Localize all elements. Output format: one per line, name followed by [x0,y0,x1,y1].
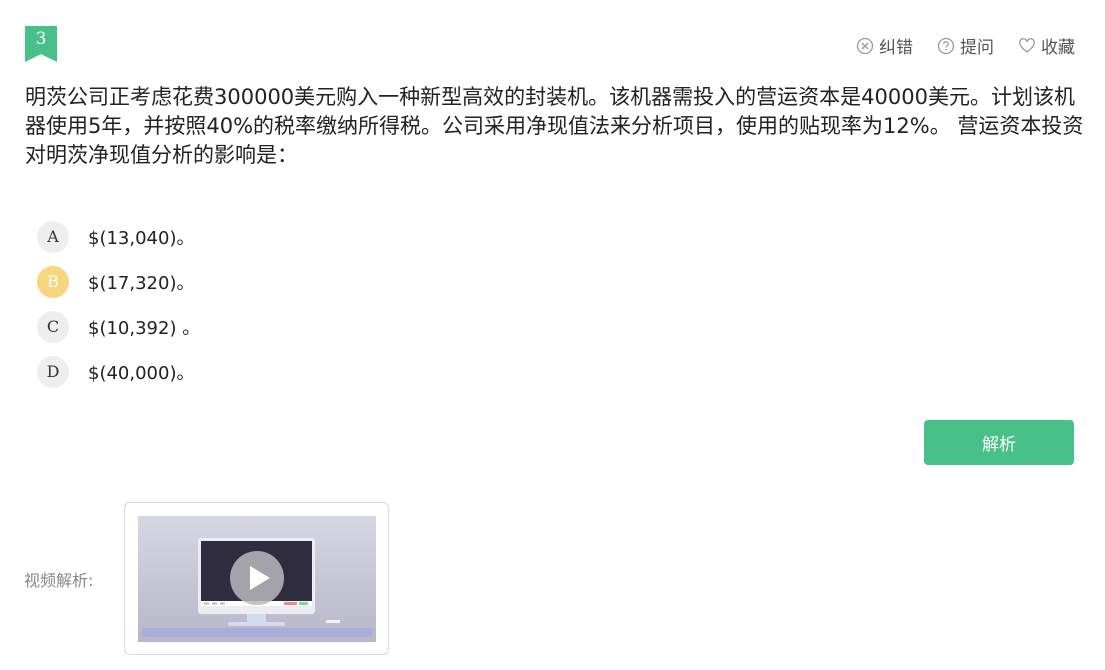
heart-icon [1019,37,1035,53]
option-text: $(17,320)。 [88,273,195,294]
report-error-label: 纠错 [879,38,913,58]
favorite-label: 收藏 [1041,38,1075,58]
ask-question-button[interactable]: 提问 [937,33,994,58]
option-letter: C [37,311,69,343]
favorite-button[interactable]: 收藏 [1018,33,1075,58]
video-thumbnail [138,516,376,642]
question-circle-icon [937,37,955,54]
option-a[interactable]: A $(13,040)。 [37,221,200,253]
option-list: A $(13,040)。 B $(17,320)。 C $(10,392) 。 … [37,221,200,401]
video-analysis-label: 视频解析: [24,571,94,590]
video-thumbnail-card[interactable] [124,502,389,655]
option-b[interactable]: B $(17,320)。 [37,266,200,298]
option-letter-selected: B [37,266,69,298]
question-toolbar: 纠错 提问 收藏 [856,33,1075,58]
option-text: $(10,392) 。 [88,318,201,339]
question-number-badge: 3 [25,26,57,62]
option-letter: A [37,221,69,253]
option-d[interactable]: D $(40,000)。 [37,356,200,388]
monitor-illustration [142,538,372,637]
report-error-button[interactable]: 纠错 [856,33,913,58]
analysis-button[interactable]: 解析 [924,420,1074,465]
close-circle-icon [856,37,874,54]
ask-question-label: 提问 [960,38,994,58]
option-c[interactable]: C $(10,392) 。 [37,311,200,343]
question-text: 明茨公司正考虑花费300000美元购入一种新型高效的封装机。该机器需投入的营运资… [25,85,1084,167]
option-text: $(40,000)。 [88,363,195,384]
option-text: $(13,040)。 [88,228,195,249]
option-letter: D [37,356,69,388]
